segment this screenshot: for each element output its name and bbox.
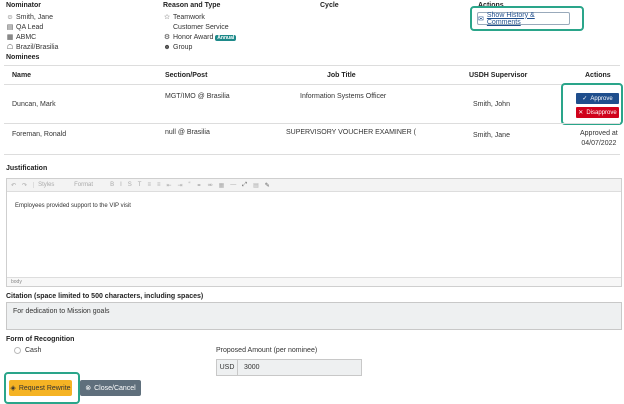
strike-icon[interactable]: S: [128, 182, 132, 188]
divider: [4, 123, 620, 124]
bold-icon[interactable]: B: [110, 182, 114, 188]
nominee-supervisor: Smith, John: [473, 101, 510, 108]
col-name: Name: [12, 72, 32, 79]
group-icon: ☻: [163, 44, 171, 51]
outdent-icon[interactable]: ⇤: [166, 182, 171, 189]
currency-addon: USD: [217, 360, 238, 375]
bulleted-list-icon[interactable]: ≡: [157, 182, 161, 188]
nominee-name: Duncan, Mark: [12, 101, 56, 108]
id-card-icon: ▤: [6, 24, 14, 31]
citation-textarea[interactable]: For dedication to Mission goals: [6, 302, 622, 330]
nominator-info: ☺ Smith, Jane ▤ QA Lead ▦ ABMC ☖ Brazil/Bras…: [6, 13, 58, 53]
reason-customer-service: Customer Service: [173, 24, 229, 31]
cash-option[interactable]: Cash: [14, 347, 41, 354]
recognition-label: Form of Recognition: [6, 336, 75, 343]
location-icon: ☖: [6, 44, 14, 51]
editor-status-bar: body: [7, 277, 621, 286]
col-section: Section/Post: [165, 72, 208, 79]
person-icon: ☺: [6, 14, 14, 21]
nominee-job: SUPERVISORY VOUCHER EXAMINER (: [286, 129, 416, 136]
justification-label: Justification: [6, 165, 48, 172]
editor-toolbar: ↶ ↷ Styles Format B I S T ≡ ≡ ⇤ ⇥ “ ⚭ ⚮ …: [7, 179, 621, 192]
maximize-icon[interactable]: ⤢: [242, 182, 247, 189]
nominator-label: Nominator: [6, 2, 41, 9]
reason-teamwork: Teamwork: [173, 14, 205, 21]
amount-input-group[interactable]: USD 3000: [216, 359, 362, 376]
approval-status-line2: 04/07/2022: [581, 140, 617, 147]
cash-label: Cash: [25, 347, 42, 354]
row-actions-highlight: [561, 83, 623, 125]
paste-icon[interactable]: ✎: [265, 182, 270, 189]
comments-icon: ✉: [478, 15, 484, 23]
reason-honor-award: Honor Award: [173, 34, 214, 41]
show-history-label: Show History & Comments: [486, 11, 535, 26]
nominator-role: QA Lead: [16, 24, 44, 31]
col-actions: Actions: [585, 72, 611, 79]
approve-button[interactable]: ✓ Approve: [576, 93, 619, 104]
nominee-section: null @ Brasilia: [165, 129, 210, 136]
italic-icon[interactable]: I: [120, 182, 122, 188]
approve-label: Approve: [590, 95, 613, 102]
trophy-icon: ⚙: [163, 34, 171, 41]
close-circle-icon: ⊗: [85, 385, 92, 392]
nominee-section: MGT/IMO @ Brasilia: [165, 93, 230, 100]
cash-radio[interactable]: [14, 347, 21, 354]
cycle-label: Cycle: [320, 2, 339, 9]
clear-format-icon[interactable]: T: [138, 182, 142, 188]
styles-dropdown[interactable]: Styles: [33, 182, 68, 188]
amount-value: 3000: [244, 364, 260, 371]
disapprove-label: Disapprove: [586, 109, 617, 116]
source-icon[interactable]: ▤: [253, 182, 259, 189]
col-job-title: Job Title: [327, 72, 356, 79]
reason-info: ☆ Teamwork Customer Service ⚙ Honor Award …: [163, 13, 237, 53]
reason-group: Group: [173, 44, 193, 51]
divider: [4, 65, 620, 66]
close-cancel-label: Close/Cancel: [94, 384, 136, 392]
star-icon: ☆: [163, 14, 171, 21]
approval-status: Approved at 04/07/2022: [580, 129, 618, 149]
nominees-title: Nominees: [6, 54, 40, 61]
nominator-location: Brazil/Brasilia: [16, 44, 59, 51]
nominee-name: Foreman, Ronald: [12, 131, 67, 138]
approval-status-line1: Approved at: [580, 130, 618, 137]
rewrite-icon: ◈: [10, 385, 16, 392]
nominee-job: Information Systems Officer: [300, 93, 387, 100]
col-supervisor: USDH Supervisor: [469, 72, 528, 79]
amount-label: Proposed Amount (per nominee): [216, 347, 318, 354]
indent-icon[interactable]: ⇥: [178, 182, 183, 189]
quote-icon[interactable]: “: [189, 182, 191, 188]
hr-icon[interactable]: ―: [230, 182, 236, 188]
format-dropdown[interactable]: Format: [74, 182, 104, 188]
nominee-supervisor: Smith, Jane: [473, 132, 510, 139]
x-icon: ✕: [578, 110, 584, 116]
justification-text: Employees provided support to the VIP vi…: [15, 203, 131, 209]
nominator-name: Smith, Jane: [16, 14, 53, 21]
undo-icon[interactable]: ↶: [11, 182, 16, 189]
disapprove-button[interactable]: ✕ Disapprove: [576, 107, 619, 118]
unlink-icon[interactable]: ⚮: [208, 182, 213, 189]
reason-label: Reason and Type: [163, 2, 221, 9]
divider: [4, 84, 620, 85]
nominator-org: ABMC: [16, 34, 37, 41]
link-icon[interactable]: ⚭: [197, 182, 202, 189]
justification-editor[interactable]: ↶ ↷ Styles Format B I S T ≡ ≡ ⇤ ⇥ “ ⚭ ⚮ …: [6, 178, 622, 287]
show-history-button[interactable]: ✉ Show History & Comments: [477, 11, 570, 26]
redo-icon[interactable]: ↷: [22, 182, 27, 189]
divider: [4, 154, 620, 155]
building-icon: ▦: [6, 34, 14, 41]
request-rewrite-button[interactable]: ◈ Request Rewrite: [9, 380, 72, 396]
table-icon[interactable]: ▦: [219, 182, 225, 189]
citation-label: Citation (space limited to 500 character…: [6, 293, 204, 300]
request-rewrite-label: Request Rewrite: [18, 384, 71, 392]
citation-text: For dedication to Mission goals: [13, 308, 110, 315]
check-icon: ✓: [582, 96, 588, 102]
annual-badge: Annual: [215, 35, 237, 41]
close-cancel-button[interactable]: ⊗ Close/Cancel: [80, 380, 141, 396]
numbered-list-icon[interactable]: ≡: [147, 182, 151, 188]
